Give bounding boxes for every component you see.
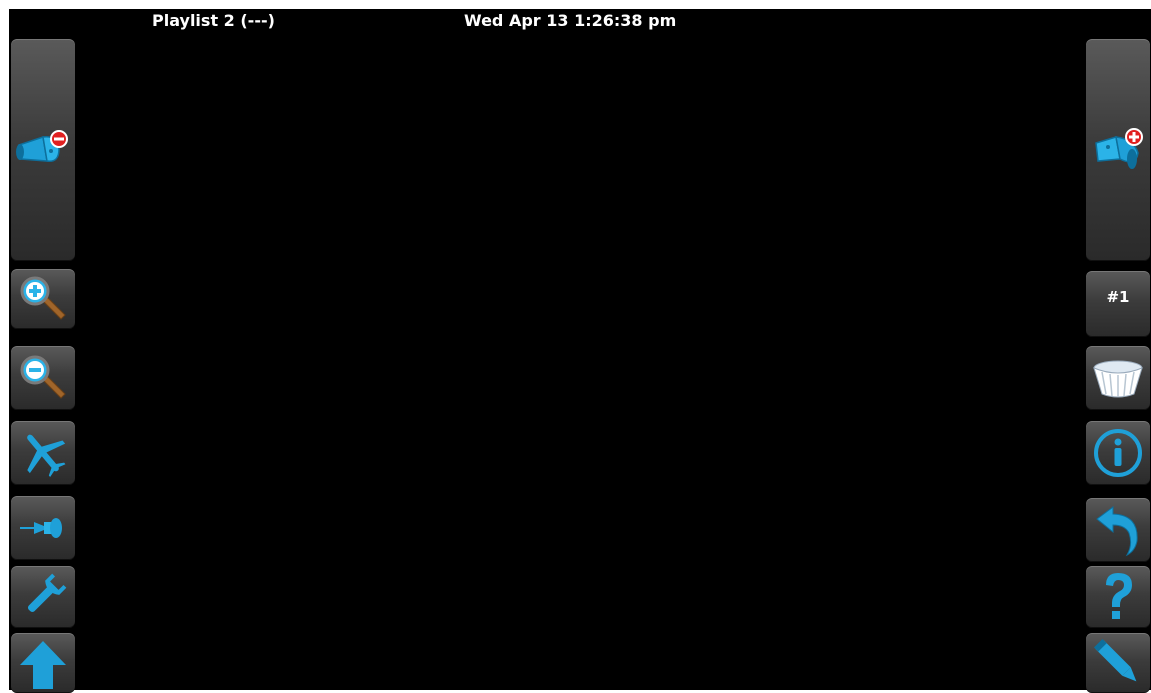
cupcake-button[interactable] bbox=[1086, 346, 1150, 410]
zoom-in-button[interactable] bbox=[11, 269, 75, 329]
cue-number-button[interactable]: #1 bbox=[1086, 271, 1150, 337]
airplane-icon bbox=[16, 426, 70, 480]
remove-light-button[interactable] bbox=[11, 39, 75, 261]
question-mark-icon bbox=[1098, 569, 1138, 625]
undo-button[interactable] bbox=[1086, 498, 1150, 562]
spotlight-remove-icon bbox=[13, 125, 73, 175]
undo-arrow-icon bbox=[1091, 503, 1145, 557]
cupcake-liner-icon bbox=[1090, 356, 1146, 400]
pushpin-button[interactable] bbox=[11, 496, 75, 560]
help-button[interactable] bbox=[1086, 566, 1150, 628]
add-light-button[interactable] bbox=[1086, 39, 1150, 261]
edit-button[interactable] bbox=[1086, 633, 1150, 693]
playlist-label: Playlist 2 (---) bbox=[152, 11, 275, 30]
info-icon bbox=[1091, 426, 1145, 480]
pencil-icon bbox=[1090, 635, 1146, 691]
zoom-out-icon bbox=[15, 350, 71, 406]
arrow-up-icon bbox=[16, 637, 70, 689]
stage-screen: Playlist 2 (---) Wed Apr 13 1:26:38 pm #… bbox=[9, 9, 1151, 693]
zoom-in-icon bbox=[15, 271, 71, 327]
spotlight-add-icon bbox=[1088, 123, 1148, 177]
info-button[interactable] bbox=[1086, 421, 1150, 485]
pushpin-icon bbox=[16, 508, 70, 548]
zoom-out-button[interactable] bbox=[11, 346, 75, 410]
wrench-icon bbox=[16, 570, 70, 624]
datetime-display: Wed Apr 13 1:26:38 pm bbox=[464, 11, 677, 30]
settings-button[interactable] bbox=[11, 566, 75, 628]
airplane-button[interactable] bbox=[11, 421, 75, 485]
scroll-up-button[interactable] bbox=[11, 633, 75, 693]
cue-number-label: #1 bbox=[1106, 288, 1130, 306]
